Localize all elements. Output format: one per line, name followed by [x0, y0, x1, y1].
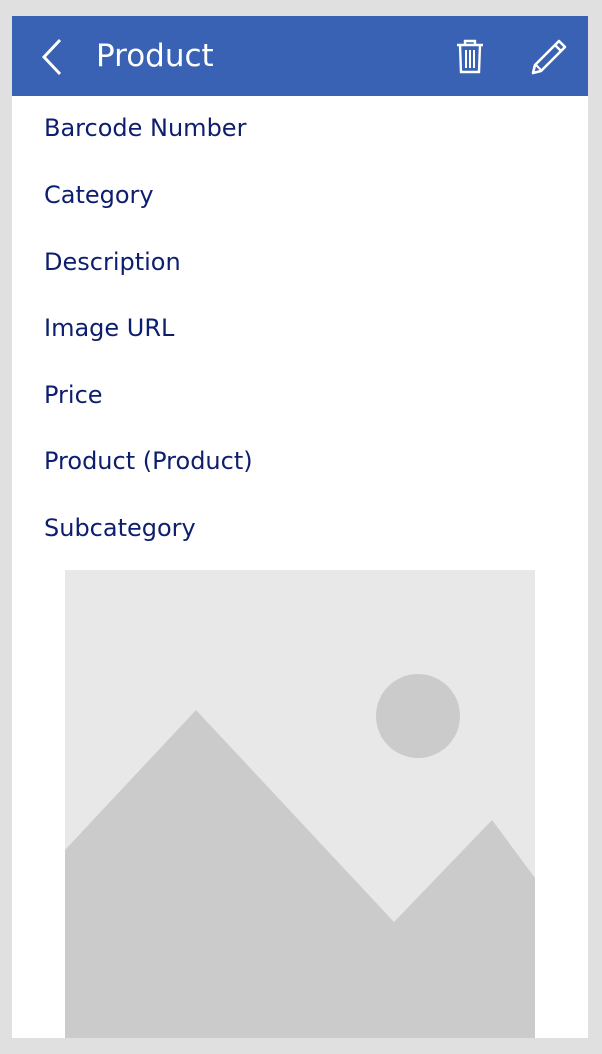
field-barcode-number: Barcode Number	[44, 114, 247, 142]
field-subcategory: Subcategory	[44, 514, 196, 542]
field-image-url: Image URL	[44, 314, 175, 342]
title-bar: Product	[12, 16, 588, 96]
field-description: Description	[44, 248, 181, 276]
pencil-icon	[531, 39, 567, 75]
field-price: Price	[44, 381, 103, 409]
field-category: Category	[44, 181, 154, 209]
app-screen: Product Barcode Number Category Descript…	[12, 16, 588, 1038]
back-button[interactable]	[34, 36, 74, 76]
page-title: Product	[96, 38, 214, 74]
image-placeholder-icon	[65, 570, 535, 1038]
product-image	[65, 570, 535, 1038]
field-product: Product (Product)	[44, 447, 253, 475]
trash-icon	[457, 39, 483, 74]
delete-button[interactable]	[450, 36, 490, 76]
chevron-left-icon	[41, 38, 62, 76]
edit-button[interactable]	[528, 36, 570, 78]
